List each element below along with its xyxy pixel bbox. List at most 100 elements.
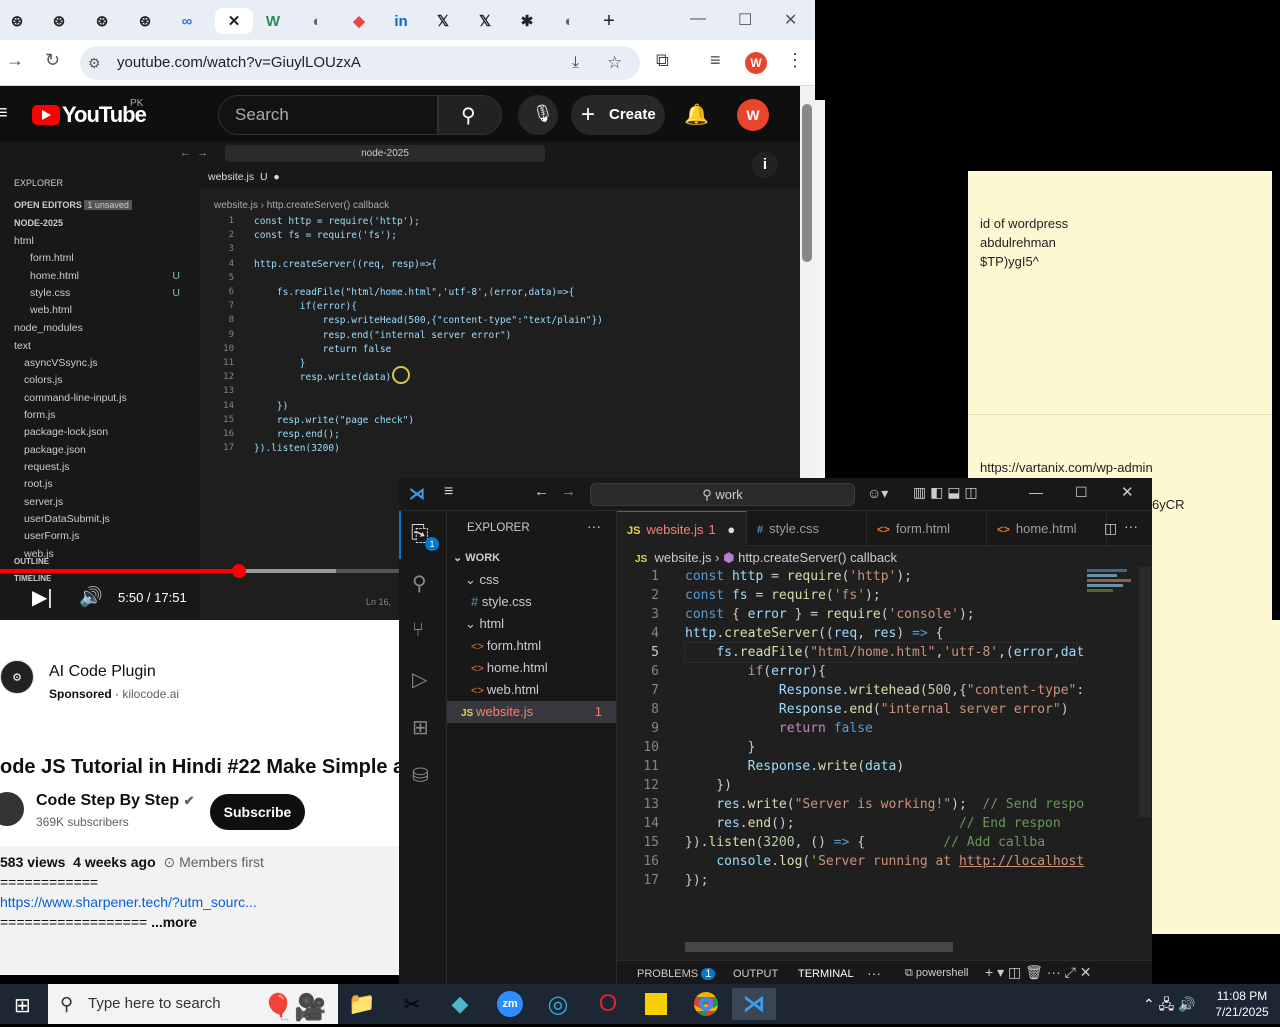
extensions-icon[interactable]: ⊞ — [412, 715, 429, 740]
tab-copilot[interactable]: ∞ — [172, 8, 202, 34]
voice-search-button[interactable]: 🎙 — [518, 95, 558, 135]
tab-globe-2[interactable]: ◐ — [554, 8, 584, 34]
code-line[interactable]: res.end(); // End respon — [685, 814, 1060, 833]
chrome-icon[interactable] — [684, 988, 728, 1020]
code-line[interactable]: Response.writehead(500,{"content-type": — [685, 681, 1084, 700]
volume-icon[interactable]: 🔊 — [79, 585, 103, 609]
bookmark-star-icon[interactable]: ☆ — [607, 46, 622, 80]
tab-linkedin[interactable]: in — [386, 8, 416, 34]
editor-tab[interactable]: JS website.js 1 ● — [617, 511, 747, 546]
notifications-bell-icon[interactable]: 🔔 — [684, 102, 709, 127]
tab-w[interactable]: W — [258, 8, 288, 34]
layout-icons[interactable]: ▥ ◧ ⬓ ◫ — [913, 484, 978, 501]
windows-start-icon[interactable]: ⊞ — [14, 993, 31, 1018]
minimize-icon[interactable]: — — [690, 10, 706, 28]
tab-globe-1[interactable]: ◐ — [302, 8, 332, 34]
code-line[interactable]: res.write("Server is working!"); // Send… — [685, 795, 1084, 814]
extensions-icon[interactable]: ⧉ — [656, 50, 669, 71]
code-line[interactable]: }) — [685, 776, 732, 795]
code-line[interactable]: } — [685, 738, 756, 757]
code-editor[interactable]: 1 2 3 4 5 6 7 8 9 10 11 12 13 14 15 16 17 const http = r… — [617, 567, 1152, 967]
scrollbar-thumb[interactable] — [802, 104, 812, 262]
tray-icons[interactable]: ⌃ 🖧 🔊 — [1143, 994, 1196, 1018]
editor-tab[interactable]: <> form.html — [867, 511, 987, 546]
search-icon[interactable]: ⚲ — [412, 571, 427, 596]
close-icon[interactable]: ✕ — [1121, 483, 1134, 501]
tree-folder[interactable]: ⌄ html — [465, 613, 504, 635]
code-line[interactable]: }); — [685, 871, 708, 890]
ad-title[interactable]: AI Code Plugin — [49, 663, 156, 681]
close-window-icon[interactable]: ✕ — [784, 10, 797, 30]
tab-chatgpt-4[interactable]: ⊛ — [130, 8, 160, 34]
code-line[interactable]: Response.write(data) — [685, 757, 905, 776]
menu-kebab-icon[interactable]: ⋮ — [786, 50, 804, 71]
tab-x-1[interactable]: 𝕏 — [428, 8, 458, 34]
tree-file[interactable]: <> home.html — [471, 657, 548, 679]
copilot-icon[interactable]: ☺▾ — [867, 485, 888, 502]
ad-logo-icon[interactable]: ⚙ — [0, 660, 34, 694]
code-line[interactable]: const http = require('http'); — [685, 567, 912, 586]
tab-x-2[interactable]: 𝕏 — [470, 8, 500, 34]
back-arrow-icon[interactable]: ← — [534, 483, 549, 500]
code-line[interactable]: fs.readFile("html/home.html",'utf-8',(er… — [684, 642, 1084, 663]
address-bar[interactable]: ⚙ youtube.com/watch?v=GiuylLOUzxA ⤓ ☆ — [80, 46, 640, 80]
code-line[interactable]: http.createServer((req, res) => { — [685, 624, 943, 643]
code-line[interactable]: return false — [685, 719, 873, 738]
tree-file[interactable]: <> form.html — [471, 635, 541, 657]
tabs-more-icon[interactable]: ··· — [1124, 518, 1138, 534]
tab-chatgpt-3[interactable]: ⊛ — [87, 8, 117, 34]
channel-avatar[interactable] — [0, 792, 24, 826]
opera-icon[interactable]: O — [586, 988, 630, 1020]
edge-icon[interactable]: ◎ — [536, 988, 580, 1020]
tab-chatgpt-2[interactable]: ⊛ — [44, 8, 74, 34]
code-line[interactable]: const fs = require('fs'); — [685, 586, 881, 605]
youtube-search-input[interactable]: Search — [218, 95, 438, 135]
media-icon[interactable]: ≡ — [710, 50, 721, 71]
tree-folder[interactable]: ⌄ css — [465, 569, 499, 591]
panel-actions-icons[interactable]: + ▾ ◫ 🗑 ··· ⤢ ✕ — [985, 964, 1091, 981]
editor-breadcrumb[interactable]: JS website.js › ⬢ http.createServer() ca… — [635, 550, 897, 566]
code-line[interactable]: console.log('Server running at http://lo… — [685, 852, 1084, 871]
next-video-icon[interactable]: ▶| — [32, 585, 53, 610]
maximize-icon[interactable]: ☐ — [738, 10, 752, 30]
tab-chatgpt-1[interactable]: ⊛ — [2, 8, 32, 34]
taskbar-clock[interactable]: 11:08 PM 7/21/2025 — [1210, 988, 1274, 1020]
minimap[interactable] — [1087, 567, 1139, 607]
run-debug-icon[interactable]: ▷ — [412, 667, 427, 692]
tree-file[interactable]: # style.css — [471, 591, 532, 613]
sticky-notes-icon[interactable] — [634, 988, 678, 1020]
editor-tab[interactable]: <> home.html — [987, 511, 1107, 546]
source-control-icon[interactable]: ⑂ — [412, 619, 424, 642]
tree-file[interactable]: <> web.html — [471, 679, 539, 701]
horizontal-scrollbar[interactable] — [685, 942, 953, 952]
split-editor-icon[interactable]: ◫ — [1104, 520, 1117, 537]
code-line[interactable]: }).listen(3200, () => { // Add callba — [685, 833, 1045, 852]
forward-arrow-icon[interactable]: → — [561, 483, 576, 500]
more-link[interactable]: ...more — [151, 914, 197, 930]
terminal-selector[interactable]: ⧉ powershell — [905, 967, 969, 980]
sticky-note-1[interactable]: id of wordpress abdulrehman $TP)ygI5^ — [968, 171, 1272, 414]
youtube-search-button[interactable]: ⚲ — [438, 95, 502, 135]
info-icon[interactable]: i — [752, 152, 778, 178]
tab-red-app[interactable]: ◆ — [344, 8, 374, 34]
profile-avatar[interactable]: W — [745, 52, 767, 74]
youtube-avatar[interactable]: W — [737, 99, 769, 131]
menu-icon[interactable]: ≡ — [444, 483, 453, 501]
description-box[interactable]: 583 views 4 weeks ago ⊙ Members first ==… — [0, 846, 400, 975]
terminal-tab[interactable]: TERMINAL — [798, 968, 854, 980]
file-explorer-icon[interactable]: 📁 — [340, 988, 384, 1020]
minimize-icon[interactable]: — — [1029, 484, 1043, 500]
editor-tab[interactable]: # style.css — [747, 511, 867, 546]
subscribe-button[interactable]: Subscribe — [210, 794, 305, 830]
workspace-folder[interactable]: ⌄ WORK — [453, 547, 500, 569]
vscode-taskbar-icon[interactable]: ⋊ — [732, 988, 776, 1020]
maximize-icon[interactable]: ☐ — [1075, 484, 1088, 501]
output-tab[interactable]: OUTPUT — [733, 968, 778, 980]
command-center[interactable]: ⚲ work — [590, 483, 855, 506]
forward-icon[interactable]: → — [6, 50, 24, 71]
desc-link[interactable]: https://www.sharpener.tech/?utm_sourc... — [0, 894, 257, 910]
tab-close-icon[interactable]: ✕ — [215, 8, 253, 34]
explorer-more-icon[interactable]: ··· — [587, 518, 601, 534]
app-icon[interactable]: ◆ — [438, 988, 482, 1020]
channel-name[interactable]: Code Step By Step ✔ — [36, 792, 195, 810]
